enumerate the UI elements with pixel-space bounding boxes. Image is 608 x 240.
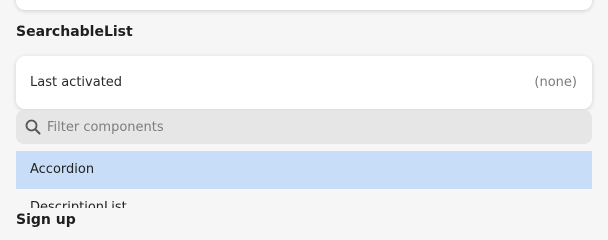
section-title-sign-up: Sign up — [16, 212, 76, 228]
list-item-description-list[interactable]: DescriptionList — [16, 189, 592, 208]
last-activated-card: Last activated (none) — [16, 56, 592, 109]
filter-components-input[interactable] — [47, 119, 567, 135]
filter-search-box[interactable] — [16, 110, 592, 144]
section-title-searchable-list: SearchableList — [16, 24, 133, 40]
previous-section-card — [16, 0, 592, 10]
last-activated-label: Last activated — [30, 75, 123, 90]
list-item-accordion[interactable]: Accordion — [16, 151, 592, 189]
component-list[interactable]: Accordion DescriptionList — [16, 151, 592, 208]
last-activated-value: (none) — [534, 75, 577, 90]
search-icon — [24, 118, 42, 136]
